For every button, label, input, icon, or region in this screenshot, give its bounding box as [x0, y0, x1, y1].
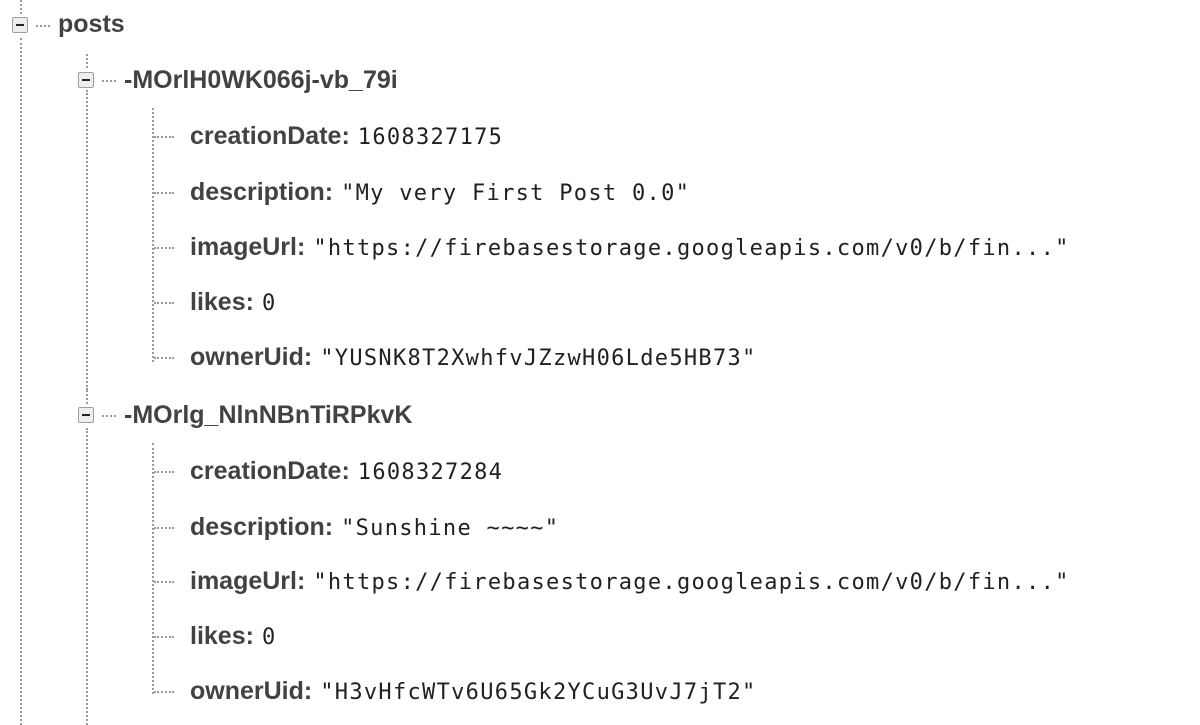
tree-line-root-connector [36, 25, 50, 27]
field-colon: : [341, 457, 350, 485]
field-colon: : [303, 677, 313, 705]
field-colon: : [324, 178, 334, 206]
field-colon: : [341, 122, 350, 150]
field-key: ownerUid [190, 677, 304, 705]
node-key-post[interactable]: -MOrlg_NlnNBnTiRPkvK [124, 400, 412, 430]
collapse-minus-icon[interactable] [12, 17, 28, 33]
field-colon: : [324, 513, 334, 541]
field-row-description[interactable]: description: "Sunshine ~~~~" [190, 512, 559, 546]
tree-line-field-connector [154, 192, 174, 194]
field-row-description[interactable]: description: "My very First Post 0.0" [190, 177, 690, 211]
field-value: "H3vHfcWTv6U65Gk2YCuG3UvJ7jT2" [320, 680, 757, 705]
field-key: imageUrl [190, 567, 297, 595]
field-row-likes[interactable]: likes: 0 [190, 621, 276, 655]
collapse-minus-icon[interactable] [78, 72, 94, 88]
tree-line-post1-top [86, 54, 88, 68]
field-value: 1608327175 [357, 125, 504, 150]
field-key: likes [190, 622, 246, 650]
node-key-post[interactable]: -MOrlH0WK066j-vb_79i [124, 65, 398, 95]
tree-line-post1-fields [152, 108, 154, 362]
minus-bar [16, 24, 24, 26]
tree-line-field-connector [154, 136, 174, 138]
field-row-likes[interactable]: likes: 0 [190, 287, 276, 321]
field-colon: : [296, 233, 306, 261]
field-key: description [190, 178, 325, 206]
tree-line-post1-down [86, 90, 88, 390]
field-key: likes [190, 288, 246, 316]
field-value: 1608327284 [357, 460, 504, 485]
field-row-creation-date[interactable]: creationDate: 1608327175 [190, 121, 503, 155]
tree-line-field-connector [154, 357, 174, 359]
tree-line-post2-down [86, 428, 88, 725]
tree-line-field-connector [154, 581, 174, 583]
field-value: 0 [261, 625, 277, 650]
field-colon: : [303, 343, 313, 371]
minus-bar [82, 414, 90, 416]
field-row-owner-uid[interactable]: ownerUid: "H3vHfcWTv6U65Gk2YCuG3UvJ7jT2" [190, 676, 757, 710]
field-value: "https://firebasestorage.googleapis.com/… [313, 570, 1070, 595]
tree-line-field-connector [154, 691, 174, 693]
field-key: description [190, 513, 325, 541]
field-row-image-url[interactable]: imageUrl: "https://firebasestorage.google… [190, 232, 1070, 266]
field-row-owner-uid[interactable]: ownerUid: "YUSNK8T2XwhfvJZzwH06Lde5HB73" [190, 342, 757, 376]
tree-line-post2-connector [102, 415, 116, 417]
field-key: ownerUid [190, 343, 304, 371]
field-key: imageUrl [190, 233, 297, 261]
field-value: 0 [261, 291, 277, 316]
field-row-creation-date[interactable]: creationDate: 1608327284 [190, 456, 503, 490]
tree-line-post2-fields [152, 443, 154, 694]
tree-line-field-connector [154, 527, 174, 529]
field-key: creationDate [190, 457, 342, 485]
field-key: creationDate [190, 122, 342, 150]
tree-line-root-children [20, 38, 22, 725]
field-value: "My very First Post 0.0" [341, 181, 691, 206]
field-value: "YUSNK8T2XwhfvJZzwH06Lde5HB73" [320, 346, 757, 371]
tree-line-field-connector [154, 302, 174, 304]
tree-line-field-connector [154, 247, 174, 249]
tree-line-field-connector [154, 636, 174, 638]
field-colon: : [245, 288, 254, 316]
field-colon: : [296, 567, 306, 595]
tree-line-post1-connector [102, 80, 116, 82]
minus-bar [82, 79, 90, 81]
field-value: "Sunshine ~~~~" [341, 516, 560, 541]
field-row-image-url[interactable]: imageUrl: "https://firebasestorage.google… [190, 566, 1070, 600]
node-key-posts[interactable]: posts [58, 9, 125, 39]
collapse-minus-icon[interactable] [78, 407, 94, 423]
field-colon: : [245, 622, 254, 650]
field-value: "https://firebasestorage.googleapis.com/… [313, 236, 1070, 261]
tree-line-post2-top [86, 390, 88, 404]
tree-line-field-connector [154, 471, 174, 473]
tree-line-root-top [20, 0, 22, 14]
